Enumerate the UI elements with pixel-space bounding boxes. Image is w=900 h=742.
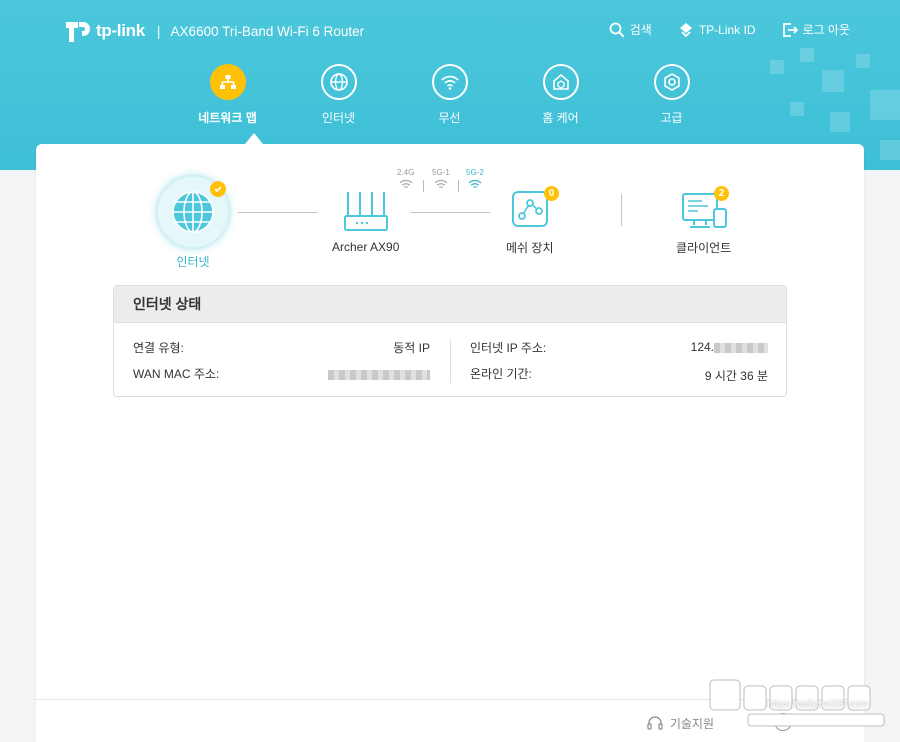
logout-icon xyxy=(782,22,798,37)
internet-ip-label: 인터넷 IP 주소: xyxy=(470,341,547,355)
tab-internet-label: 인터넷 xyxy=(321,111,356,125)
globe-icon xyxy=(329,73,348,91)
wifi-5g2-icon xyxy=(468,179,482,189)
wan-mac-label: WAN MAC 주소: xyxy=(133,367,220,381)
router-icon xyxy=(343,192,388,231)
support-link[interactable]: 기술지원 xyxy=(646,714,714,732)
wan-mac-value xyxy=(328,367,430,381)
main-nav: 네트워크 맵 인터넷 무선 홈 케어 고급 xyxy=(172,64,727,144)
watermark: https://aidsam209.com xyxy=(708,676,886,728)
network-topology: 인터넷 Archer AX90 2.4G 5G-1 5G-2 메쉬 장치 0 클… xyxy=(36,144,864,274)
band-5g1-label: 5G-1 xyxy=(432,168,450,177)
mesh-node-label: 메쉬 장치 xyxy=(506,241,554,255)
tp-link-logo-icon xyxy=(66,22,90,42)
band-5g2-label: 5G-2 xyxy=(466,168,484,177)
search-icon xyxy=(609,22,625,38)
clients-count-badge: 2 xyxy=(714,186,729,201)
logo-separator: | xyxy=(156,23,161,39)
mesh-clients-divider xyxy=(621,194,622,226)
mesh-count-badge: 0 xyxy=(544,186,559,201)
internet-status-panel: 인터넷 상태 연결 유형: 동적 IP WAN MAC 주소: 인터넷 IP 주… xyxy=(113,285,787,397)
wifi-2g-icon xyxy=(399,179,413,189)
tab-wireless-label: 무선 xyxy=(438,111,461,125)
router-model: AX6600 Tri-Band Wi-Fi 6 Router xyxy=(170,23,365,39)
logout-label: 로그 아웃 xyxy=(802,23,851,37)
tab-network-map-label: 네트워크 맵 xyxy=(198,111,257,125)
tp-link-id-label: TP-Link ID xyxy=(698,22,756,37)
uptime-label: 온라인 기간: xyxy=(470,367,532,381)
mesh-node[interactable]: 메쉬 장치 0 xyxy=(506,186,559,256)
logo-text: tp-link xyxy=(96,21,145,40)
wifi-icon xyxy=(440,75,459,90)
band-separator xyxy=(458,180,459,192)
gear-icon xyxy=(663,73,680,91)
wifi-5g1-icon xyxy=(434,179,448,189)
tab-advanced-label: 고급 xyxy=(660,111,683,125)
tab-home-care-label: 홈 케어 xyxy=(542,111,579,125)
tab-network-map[interactable]: 네트워크 맵 xyxy=(172,64,283,144)
connection-type-value: 동적 IP xyxy=(393,341,430,355)
check-icon xyxy=(210,181,226,197)
internet-status-title: 인터넷 상태 xyxy=(114,286,786,323)
router-node-label: Archer AX90 xyxy=(332,240,400,254)
band-separator xyxy=(423,180,424,192)
clients-node[interactable]: 클라이언트 2 xyxy=(676,186,732,256)
band-2g: 2.4G xyxy=(397,168,414,190)
internet-ip-value: 124. xyxy=(691,340,768,354)
search-label: 검색 xyxy=(629,23,652,37)
network-map-icon xyxy=(219,75,236,89)
internet-globe-icon xyxy=(172,191,214,233)
headset-icon xyxy=(647,716,663,730)
internet-router-link xyxy=(238,212,318,213)
internet-node-label: 인터넷 xyxy=(176,255,210,269)
tp-link-logo[interactable]: tp-link | AX6600 Tri-Band Wi-Fi 6 Router xyxy=(64,17,364,45)
clients-node-label: 클라이언트 xyxy=(676,241,732,255)
band-2g-label: 2.4G xyxy=(397,168,415,177)
band-5g1: 5G-1 xyxy=(432,168,450,190)
uptime-value: 9 시간 36 분 xyxy=(704,369,768,383)
logout-button[interactable]: 로그 아웃 xyxy=(782,21,851,38)
internet-node[interactable]: 인터넷 xyxy=(158,177,228,270)
watermark-text: https://aidsam209.com xyxy=(767,699,868,710)
router-mesh-link xyxy=(410,212,490,213)
search-button[interactable]: 검색 xyxy=(609,21,652,38)
active-tab-pointer xyxy=(244,133,263,144)
tp-link-id-button[interactable]: TP-Link ID xyxy=(678,21,756,38)
tab-home-care[interactable]: 홈 케어 xyxy=(505,64,616,126)
home-care-icon xyxy=(552,73,569,90)
tab-wireless[interactable]: 무선 xyxy=(394,64,505,126)
tab-internet[interactable]: 인터넷 xyxy=(283,64,394,126)
connection-type-label: 연결 유형: xyxy=(133,341,184,355)
router-node[interactable]: Archer AX90 xyxy=(332,190,399,254)
internet-ip-prefix: 124. xyxy=(690,340,714,354)
band-5g2: 5G-2 xyxy=(466,168,484,190)
status-divider xyxy=(450,339,451,383)
account-icon xyxy=(679,22,692,37)
tab-advanced[interactable]: 고급 xyxy=(616,64,727,126)
